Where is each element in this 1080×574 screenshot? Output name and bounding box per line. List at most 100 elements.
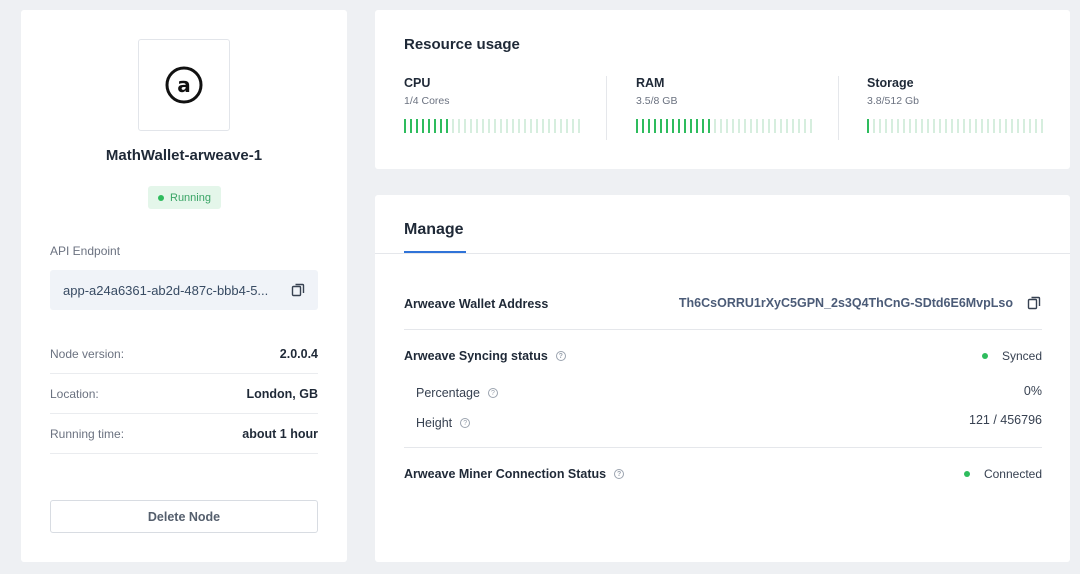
usage-bar-segment	[702, 119, 704, 133]
info-value: 2.0.0.4	[279, 346, 318, 361]
usage-bar-segment	[810, 119, 812, 133]
tab-manage[interactable]: Manage	[404, 221, 464, 239]
miner-status-label: Arweave Miner Connection Status ?	[404, 467, 625, 481]
info-row-running-time: Running time: about 1 hour	[50, 414, 318, 454]
usage-bar-segment	[786, 119, 788, 133]
node-card: a MathWallet-arweave-1 Running API Endpo…	[21, 10, 347, 562]
help-icon[interactable]: ?	[614, 469, 625, 479]
usage-bar-segment	[464, 119, 466, 133]
resource-sub: 1/4 Cores	[404, 95, 450, 107]
copy-icon[interactable]	[1026, 295, 1042, 311]
usage-bar-segment	[660, 119, 662, 133]
usage-bar-segment	[720, 119, 722, 133]
resource-name: Storage	[867, 76, 914, 90]
usage-bar-segment	[744, 119, 746, 133]
usage-bar-segment	[981, 119, 983, 133]
help-icon[interactable]: ?	[555, 351, 566, 361]
info-label: Running time:	[50, 426, 125, 441]
usage-bar	[404, 119, 609, 133]
tab-divider	[375, 253, 1070, 254]
usage-bar-segment	[750, 119, 752, 133]
usage-bar-segment	[554, 119, 556, 133]
copy-icon[interactable]	[290, 282, 306, 298]
usage-bar-segment	[434, 119, 436, 133]
usage-bar-segment	[732, 119, 734, 133]
status-badge: Running	[148, 186, 221, 209]
usage-bar-segment	[879, 119, 881, 133]
usage-bar-segment	[560, 119, 562, 133]
sync-status-label: Arweave Syncing status ?	[404, 349, 566, 363]
miner-status-label-text: Arweave Miner Connection Status	[404, 467, 607, 481]
svg-text:a: a	[177, 73, 191, 97]
height-value: 121 / 456796	[969, 413, 1042, 427]
usage-bar-segment	[428, 119, 430, 133]
help-icon[interactable]: ?	[460, 418, 471, 428]
usage-bar-segment	[684, 119, 686, 133]
info-value: London, GB	[246, 386, 318, 401]
usage-bar-segment	[933, 119, 935, 133]
usage-bar-segment	[512, 119, 514, 133]
info-label: Node version:	[50, 346, 125, 361]
usage-bar-segment	[957, 119, 959, 133]
info-label: Location:	[50, 386, 99, 401]
usage-bar-segment	[524, 119, 526, 133]
usage-bar-segment	[915, 119, 917, 133]
sync-status: Synced	[981, 349, 1042, 363]
percentage-label: Percentage ?	[416, 386, 498, 400]
delete-node-button[interactable]: Delete Node	[50, 500, 318, 533]
divider	[606, 76, 607, 140]
usage-bar-segment	[1017, 119, 1019, 133]
usage-bar-segment	[542, 119, 544, 133]
usage-bar-segment	[666, 119, 668, 133]
usage-bar-segment	[909, 119, 911, 133]
help-icon[interactable]: ?	[487, 388, 498, 398]
usage-bar-segment	[548, 119, 550, 133]
usage-bar-segment	[642, 119, 644, 133]
usage-bar-segment	[780, 119, 782, 133]
usage-bar-segment	[476, 119, 478, 133]
wallet-address-label: Arweave Wallet Address	[404, 297, 548, 311]
usage-bar-segment	[488, 119, 490, 133]
usage-bar-segment	[1005, 119, 1007, 133]
usage-bar-segment	[500, 119, 502, 133]
tab-active-indicator	[404, 251, 466, 253]
usage-bar-segment	[939, 119, 941, 133]
usage-bar-segment	[410, 119, 412, 133]
usage-bar-segment	[951, 119, 953, 133]
usage-bar-segment	[963, 119, 965, 133]
usage-bar-segment	[762, 119, 764, 133]
usage-bar	[636, 119, 841, 133]
manage-card: Manage Arweave Wallet Address Th6CsORRU1…	[375, 195, 1070, 562]
percentage-value: 0%	[1023, 384, 1042, 398]
percentage-label-text: Percentage	[416, 386, 480, 400]
wallet-address-value: Th6CsORRU1rXyC5GPN_2s3Q4ThCnG-SDtd6E6Mvp…	[678, 296, 1013, 310]
usage-bar-segment	[518, 119, 520, 133]
resource-cpu: CPU 1/4 Cores	[404, 76, 609, 144]
status-dot-icon	[158, 194, 164, 201]
miner-dot-icon	[963, 471, 970, 477]
usage-bar-segment	[452, 119, 454, 133]
usage-bar-segment	[999, 119, 1001, 133]
wallet-address: Th6CsORRU1rXyC5GPN_2s3Q4ThCnG-SDtd6E6Mvp…	[679, 295, 1042, 311]
usage-bar-segment	[572, 119, 574, 133]
resource-title: Resource usage	[404, 36, 520, 53]
usage-bar-segment	[422, 119, 424, 133]
miner-status-value: Connected	[983, 467, 1042, 481]
usage-bar-segment	[756, 119, 758, 133]
api-endpoint-value: app-a24a6361-ab2d-487c-bbb4-5...	[63, 282, 269, 298]
api-endpoint-field[interactable]: app-a24a6361-ab2d-487c-bbb4-5...	[50, 270, 318, 310]
wallet-address-label-text: Arweave Wallet Address	[404, 297, 549, 311]
usage-bar-segment	[774, 119, 776, 133]
height-label-text: Height	[416, 416, 453, 430]
usage-bar-segment	[897, 119, 899, 133]
usage-bar-segment	[768, 119, 770, 133]
height-label: Height ?	[416, 416, 471, 430]
api-endpoint-label: API Endpoint	[50, 244, 121, 258]
usage-bar-segment	[506, 119, 508, 133]
usage-bar-segment	[446, 119, 448, 133]
divider	[838, 76, 839, 140]
usage-bar-segment	[792, 119, 794, 133]
row-divider	[404, 329, 1042, 330]
miner-status: Connected	[963, 467, 1042, 481]
usage-bar-segment	[654, 119, 656, 133]
